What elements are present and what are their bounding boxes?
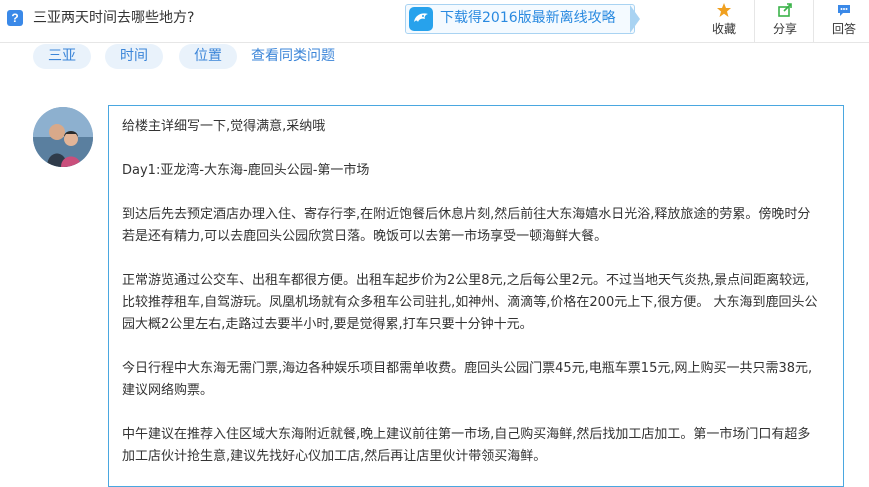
share-label: 分享 <box>772 22 797 36</box>
similar-questions-link[interactable]: 查看同类问题 <box>251 44 335 69</box>
answer-paragraph: 到达后先去预定酒店办理入住、寄存行李,在附近饱餐后休息片刻,然后前往大东海嬉水日… <box>122 207 811 244</box>
tag-time[interactable]: 时间 <box>105 44 163 69</box>
answer-paragraph: 正常游览通过公交车、出租车都很方便。出租车起步价为2公里8元,之后每公里2元。不… <box>122 273 818 332</box>
dolphin-logo-icon <box>409 7 433 31</box>
top-bar: ? 三亚两天时间去哪些地方? 下载得2016版最新离线攻略 收藏 分享 回答 <box>0 0 869 43</box>
promo-text[interactable]: 下载得2016版最新离线攻略 <box>440 9 616 27</box>
page-title: 三亚两天时间去哪些地方? <box>33 10 195 26</box>
tag-location[interactable]: 位置 <box>179 44 237 69</box>
answer-box: 给楼主详细写一下,觉得满意,采纳哦 Day1:亚龙湾-大东海-鹿回头公园-第一市… <box>108 105 844 487</box>
favorite-button[interactable]: 收藏 <box>694 0 754 42</box>
answer-button[interactable]: 回答 <box>813 0 869 42</box>
promo-arrow <box>630 5 640 33</box>
favorite-label: 收藏 <box>711 22 736 36</box>
chat-bubble-icon <box>814 2 869 22</box>
answer-paragraph: 今日行程中大东海无需门票,海边各种娱乐项目都需单收费。鹿回头公园门票45元,电瓶… <box>122 361 813 398</box>
share-icon <box>755 2 815 22</box>
answer-paragraph: 给楼主详细写一下,觉得满意,采纳哦 <box>122 119 326 134</box>
promo-banner[interactable]: 下载得2016版最新离线攻略 <box>405 4 635 34</box>
question-icon: ? <box>7 10 23 26</box>
answer-paragraph: 中午建议在推荐入住区域大东海附近就餐,晚上建议前往第一市场,自己购买海鲜,然后找… <box>122 427 811 464</box>
share-button[interactable]: 分享 <box>754 0 815 42</box>
avatar[interactable] <box>33 107 93 167</box>
answer-label: 回答 <box>831 22 856 36</box>
star-icon <box>694 2 754 22</box>
tag-sanya[interactable]: 三亚 <box>33 44 91 69</box>
answer-paragraph: Day1:亚龙湾-大东海-鹿回头公园-第一市场 <box>122 163 370 178</box>
